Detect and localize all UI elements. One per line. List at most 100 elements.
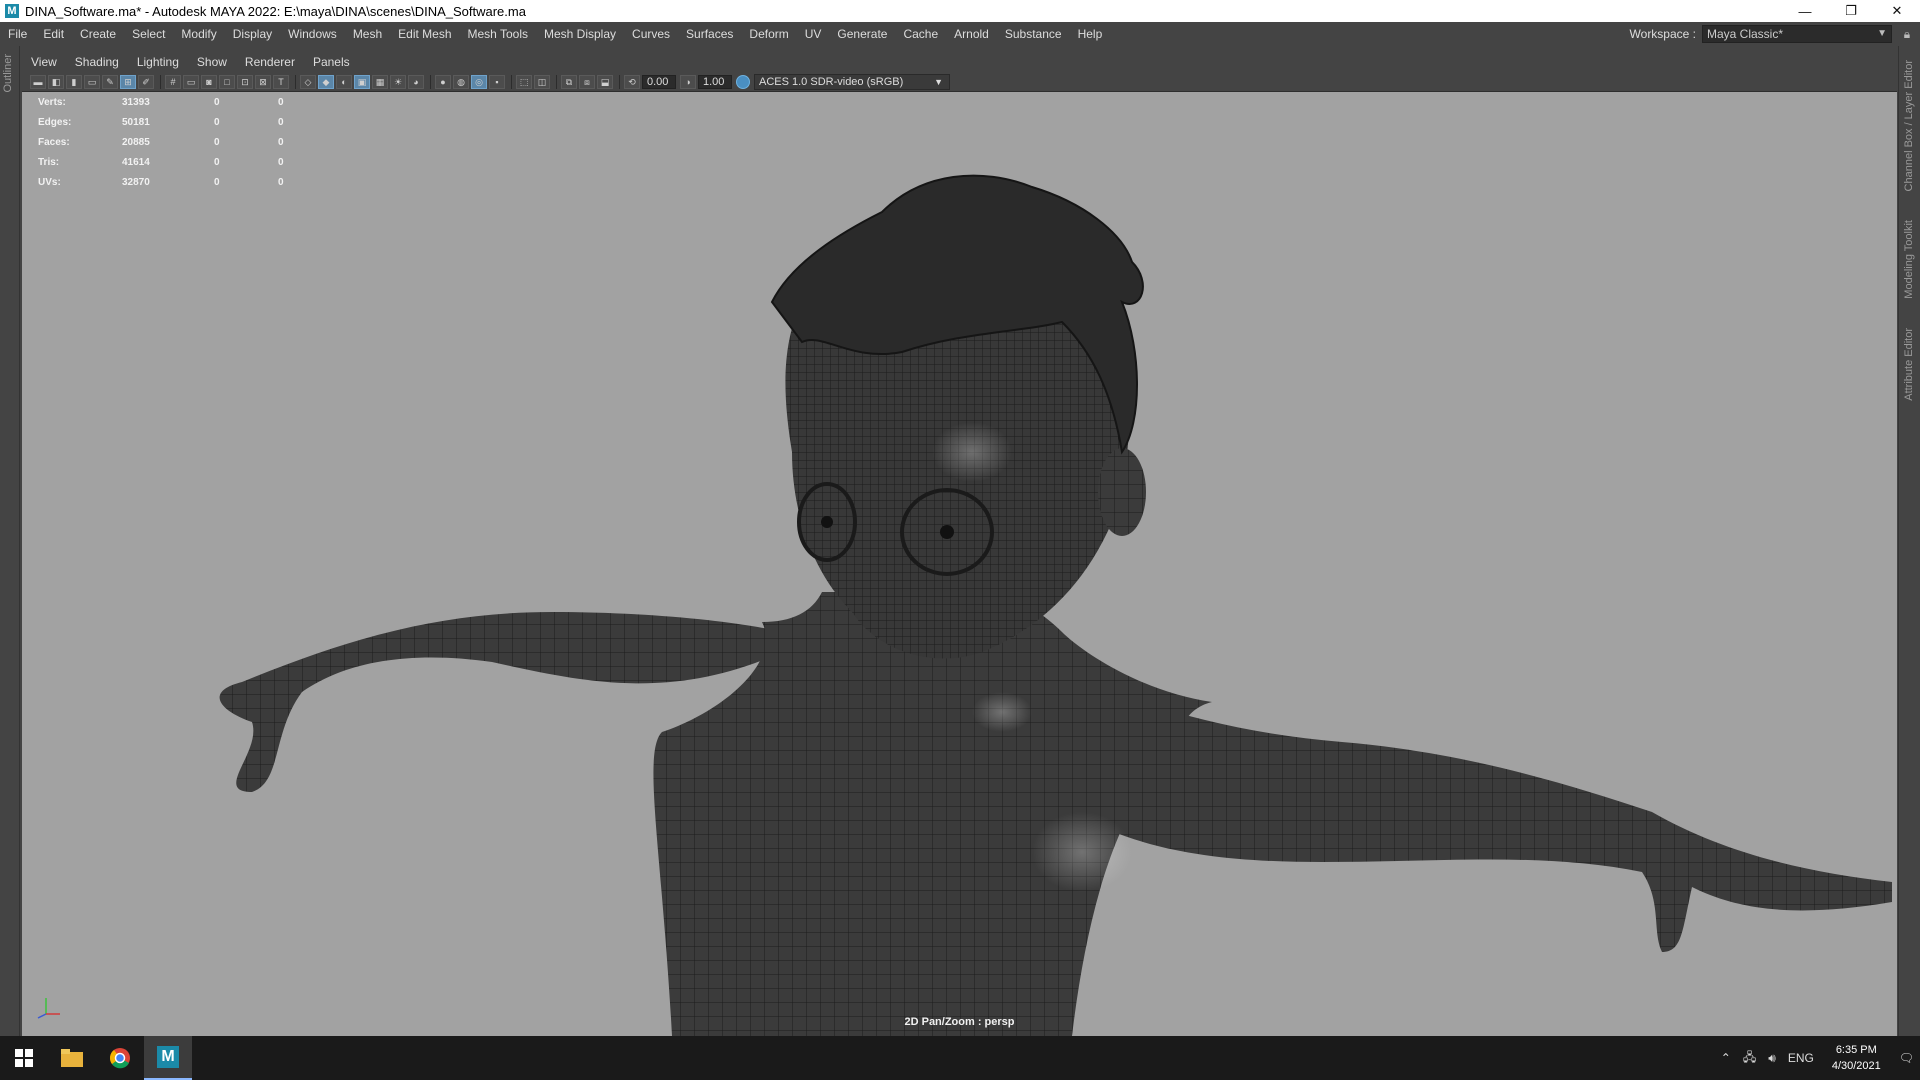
modeling-toolkit-tab[interactable]: Modeling Toolkit [1903,220,1915,299]
maya-icon: M [157,1046,179,1068]
menu-mesh-display[interactable]: Mesh Display [536,22,624,46]
lock-icon[interactable]: 🔒︎ [1900,27,1914,42]
menu-select[interactable]: Select [124,22,173,46]
notification-icon[interactable]: 🗨︎ [1893,1051,1920,1065]
system-clock[interactable]: 6:35 PM 4/30/2021 [1820,1042,1893,1074]
menu-mesh[interactable]: Mesh [345,22,390,46]
textured-icon[interactable]: ▦ [372,74,388,89]
menu-curves[interactable]: Curves [624,22,678,46]
main-menu-bar: File Edit Create Select Modify Display W… [0,22,1920,46]
hud-row-verts: Verts: 31393 0 0 [38,96,284,108]
left-side-strip: Outliner [0,46,20,1036]
panel-menu-lighting[interactable]: Lighting [128,55,188,69]
motion-blur-icon[interactable]: ◍ [453,74,469,89]
workspace-label: Workspace : [1629,27,1696,41]
language-indicator[interactable]: ENG [1782,1051,1820,1065]
3d-viewport[interactable]: Verts: 31393 0 0 Edges: 50181 0 0 Faces:… [22,92,1897,1036]
panel-menu-show[interactable]: Show [188,55,236,69]
grease-pencil-icon[interactable]: ✎ [102,74,118,89]
image-plane-icon[interactable]: ▭ [84,74,100,89]
shadows-icon[interactable]: ◕ [408,74,424,89]
menu-substance[interactable]: Substance [997,22,1070,46]
resolution-gate-icon[interactable]: ◙ [201,74,217,89]
grid-icon[interactable]: # [165,74,181,89]
use-all-lights-icon[interactable]: ☀ [390,74,406,89]
file-explorer-icon[interactable] [48,1036,96,1080]
gamma-icon[interactable]: ◑ [680,74,696,89]
safe-action-icon[interactable]: ⊠ [255,74,271,89]
ambient-occlusion-icon[interactable]: ● [435,74,451,89]
panel-toolbar: ▬ ◧ ▮ ▭ ✎ ⊞ ✐ # ▭ ◙ □ ⊡ ⊠ T ◇ ◆ ◐ ▣ ▦ ☀ … [22,72,1897,92]
wireframe-on-shaded-icon[interactable]: ▣ [354,74,370,89]
menu-modify[interactable]: Modify [173,22,224,46]
select-camera-icon[interactable]: ▬ [30,74,46,89]
minimize-button[interactable]: — [1782,0,1828,22]
camera-attributes-icon[interactable]: ◧ [48,74,64,89]
character-mesh-view [219,174,1892,1036]
shade-default-icon[interactable]: ◐ [336,74,352,89]
2d-pan-zoom-icon[interactable]: ⊞ [120,74,136,89]
channel-box-tab[interactable]: Channel Box / Layer Editor [1903,60,1915,191]
window-title: DINA_Software.ma* - Autodesk MAYA 2022: … [25,3,526,19]
gamma-field[interactable]: 1.00 [698,74,732,89]
restore-button[interactable]: ❐ [1828,0,1874,22]
depth-of-field-icon[interactable]: ▪ [489,74,505,89]
poly-count-hud: Verts: 31393 0 0 Edges: 50181 0 0 Faces:… [38,92,318,192]
menu-edit[interactable]: Edit [35,22,72,46]
maya-taskbar-icon[interactable]: M [144,1036,192,1080]
attribute-editor-tab[interactable]: Attribute Editor [1903,328,1915,401]
menu-windows[interactable]: Windows [280,22,345,46]
chrome-icon[interactable] [96,1036,144,1080]
close-button[interactable]: ✕ [1874,0,1920,22]
menu-arnold[interactable]: Arnold [946,22,997,46]
menu-generate[interactable]: Generate [829,22,895,46]
color-management-icon[interactable] [736,74,750,89]
workspace-dropdown[interactable]: Maya Classic* ▼ [1702,25,1892,43]
workspace-value: Maya Classic* [1707,27,1784,41]
film-gate-icon[interactable]: ▭ [183,74,199,89]
field-chart-icon[interactable]: ⊡ [237,74,253,89]
menu-cache[interactable]: Cache [895,22,946,46]
panel-menu-renderer[interactable]: Renderer [236,55,304,69]
exposure-icon[interactable]: ⟲ [624,74,640,89]
menu-create[interactable]: Create [72,22,124,46]
outliner-tab[interactable]: Outliner [2,54,14,93]
menu-edit-mesh[interactable]: Edit Mesh [390,22,459,46]
anti-aliasing-icon[interactable]: ◎ [471,74,487,89]
exposure-field[interactable]: 0.00 [642,74,676,89]
backface-culling-icon[interactable]: ⬓ [597,74,613,89]
panel-menu-bar: View Shading Lighting Show Renderer Pane… [22,52,1897,72]
menu-display[interactable]: Display [225,22,280,46]
chevron-down-icon: ▼ [1877,28,1887,39]
menu-help[interactable]: Help [1070,22,1111,46]
panel-menu-view[interactable]: View [22,55,66,69]
view-transform-dropdown[interactable]: ACES 1.0 SDR-video (sRGB) ▼ [754,73,950,90]
network-icon[interactable]: 🖧︎ [1737,1048,1762,1069]
panel-menu-panels[interactable]: Panels [304,55,359,69]
windows-start-icon[interactable] [0,1036,48,1080]
isolate-select-icon[interactable]: ⬚ [516,74,532,89]
xray-joints-icon[interactable]: ⧉ [561,74,577,89]
xray-icon[interactable]: ◫ [534,74,550,89]
hud-row-tris: Tris: 41614 0 0 [38,156,284,168]
wireframe-icon[interactable]: ◇ [300,74,316,89]
menu-surfaces[interactable]: Surfaces [678,22,741,46]
smooth-shade-icon[interactable]: ◆ [318,74,334,89]
chevron-up-icon[interactable]: ⌃ [1715,1051,1737,1065]
gate-mask-icon[interactable]: □ [219,74,235,89]
menu-uv[interactable]: UV [797,22,830,46]
bookmark-icon[interactable]: ▮ [66,74,82,89]
maya-icon: M [5,4,19,18]
camera-label: 2D Pan/Zoom : persp [904,1016,1015,1028]
menu-mesh-tools[interactable]: Mesh Tools [460,22,536,46]
menu-file[interactable]: File [0,22,35,46]
panel-menu-shading[interactable]: Shading [66,55,128,69]
pencil-icon[interactable]: ✐ [138,74,154,89]
clock-date: 4/30/2021 [1831,1060,1881,1072]
volume-icon[interactable]: 🔊︎ [1762,1051,1782,1066]
menu-deform[interactable]: Deform [741,22,796,46]
xray-active-icon[interactable]: ⧈ [579,74,595,89]
view-transform-value: ACES 1.0 SDR-video (sRGB) [759,75,904,88]
viewport-panel: View Shading Lighting Show Renderer Pane… [22,52,1897,1036]
safe-title-icon[interactable]: T [273,74,289,89]
